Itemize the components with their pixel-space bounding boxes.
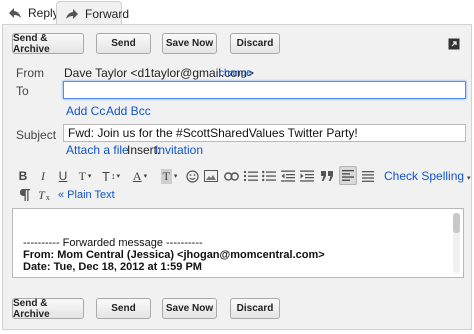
italic-button[interactable]: I	[36, 167, 50, 185]
send-archive-button-bottom[interactable]: Send & Archive	[12, 298, 84, 320]
insert-link-icon[interactable]	[223, 167, 239, 185]
send-archive-button-top[interactable]: Send & Archive	[12, 33, 84, 55]
save-now-button-bottom[interactable]: Save Now	[162, 298, 217, 319]
align-justify-icon[interactable]	[361, 167, 375, 185]
compose-tabs: Reply Forward	[0, 0, 474, 25]
tab-forward[interactable]: Forward	[56, 1, 129, 25]
text-color-label: A	[132, 168, 142, 183]
forwarded-from-line: From: Mom Central (Jessica) <jhogan@momc…	[23, 249, 325, 261]
quote-icon[interactable]	[320, 167, 334, 185]
underline-button[interactable]: U	[56, 167, 70, 185]
bg-color-label: T	[160, 168, 172, 184]
change-from-link[interactable]: change	[219, 68, 252, 79]
remove-formatting-button[interactable]: Tx	[36, 186, 52, 204]
text-color-dropdown-icon: ▾	[143, 173, 148, 180]
body-fade	[13, 269, 449, 277]
to-field[interactable]	[63, 81, 466, 99]
send-button-bottom[interactable]: Send	[96, 298, 151, 319]
bg-color-dropdown-icon: ▾	[173, 173, 178, 180]
font-size-button-label: T	[102, 168, 110, 184]
text-color-button[interactable]: A ▾	[130, 167, 150, 185]
attach-file-link[interactable]: Attach a file	[66, 143, 129, 157]
numbered-list-icon[interactable]	[244, 167, 258, 185]
subject-label: Subject	[16, 128, 57, 142]
insert-invitation-link[interactable]: Invitation	[155, 143, 203, 157]
check-spelling-link[interactable]: Check Spelling ▾	[384, 169, 471, 183]
plain-text-link[interactable]: « Plain Text	[58, 189, 115, 201]
outdent-icon[interactable]	[281, 167, 295, 185]
font-size-button[interactable]: T ↕ ▾	[100, 167, 122, 185]
align-left-icon[interactable]	[339, 166, 357, 185]
forwarded-from-label: From:	[23, 249, 55, 261]
remove-formatting-label: T	[38, 187, 45, 202]
discard-button-top[interactable]: Discard	[230, 33, 280, 54]
check-spelling-dropdown-icon: ▾	[467, 175, 471, 182]
check-spelling-label: Check Spelling	[384, 169, 465, 183]
from-label: From	[16, 66, 44, 80]
insert-image-icon[interactable]	[204, 167, 218, 185]
rtl-text-icon[interactable]	[18, 186, 30, 204]
indent-icon[interactable]	[300, 167, 314, 185]
font-button-label: T	[78, 168, 86, 183]
font-button[interactable]: T ▾	[76, 167, 94, 185]
popout-icon[interactable]	[448, 38, 460, 50]
tab-forward-label: Forward	[85, 6, 130, 21]
reply-icon	[8, 6, 22, 20]
bg-color-button[interactable]: T ▾	[156, 167, 182, 185]
forward-icon	[65, 7, 79, 21]
add-bcc-link[interactable]: Add Bcc	[106, 104, 151, 118]
bold-button[interactable]: B	[16, 167, 30, 185]
to-label: To	[16, 84, 29, 98]
forwarded-header: ---------- Forwarded message ----------	[23, 237, 203, 249]
font-size-arrows-icon: ↕	[110, 171, 116, 181]
send-button-top[interactable]: Send	[96, 33, 151, 54]
remove-formatting-x-icon: x	[45, 193, 50, 202]
bulleted-list-icon[interactable]	[262, 167, 276, 185]
emoji-icon[interactable]	[185, 167, 199, 185]
body-scrollbar-thumb[interactable]	[453, 213, 460, 233]
discard-button-bottom[interactable]: Discard	[230, 298, 280, 319]
tab-reply[interactable]: Reply	[8, 1, 59, 24]
save-now-button-top[interactable]: Save Now	[162, 33, 217, 54]
font-dropdown-icon: ▾	[87, 172, 92, 180]
forwarded-from-value: Mom Central (Jessica) <jhogan@momcentral…	[57, 249, 325, 261]
size-dropdown-icon: ▾	[116, 173, 120, 180]
add-cc-link[interactable]: Add Cc	[66, 104, 105, 118]
message-body[interactable]: ---------- Forwarded message ---------- …	[12, 208, 464, 278]
tab-reply-label: Reply	[28, 5, 59, 20]
subject-field[interactable]: Fwd: Join us for the #ScottSharedValues …	[63, 124, 466, 142]
